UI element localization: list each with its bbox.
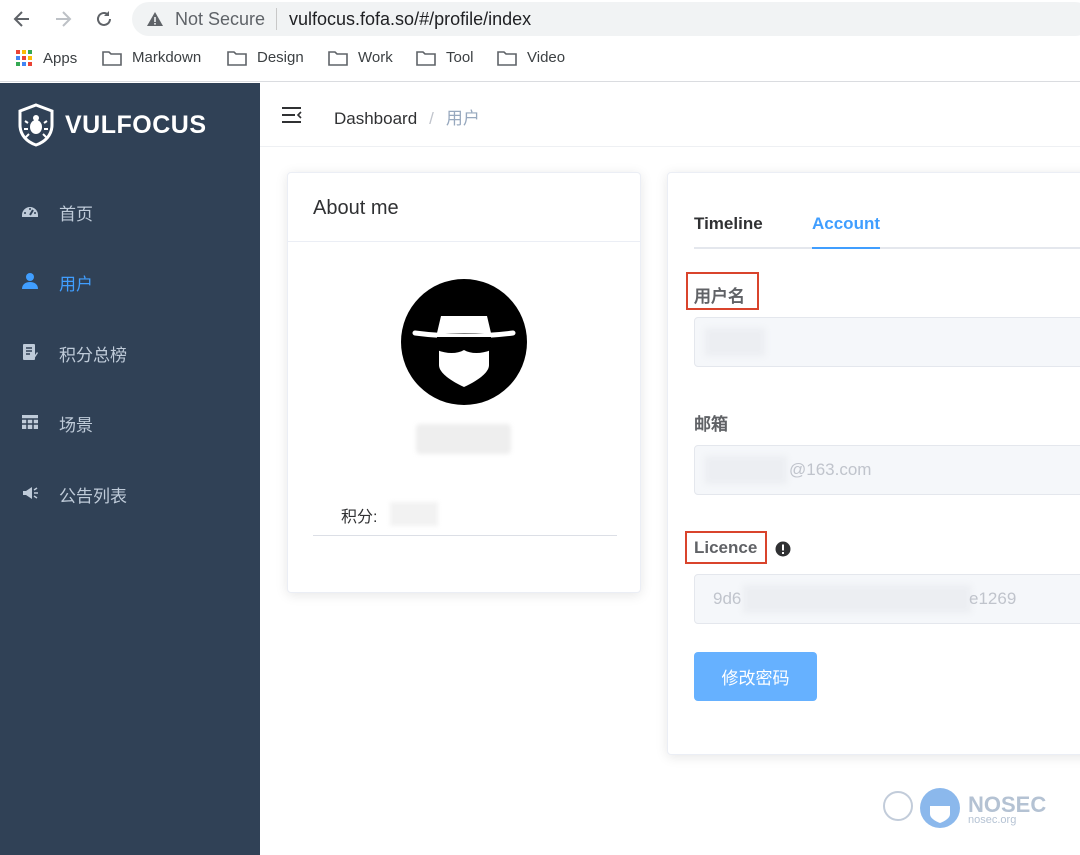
- tab-timeline[interactable]: Timeline: [694, 214, 763, 234]
- sidebar-item-ranking[interactable]: 积分总榜: [0, 324, 260, 380]
- bookmarks-bar: Apps Markdown Design Work Tool Video: [0, 38, 1080, 82]
- breadcrumb-separator: /: [429, 109, 434, 128]
- licence-label: Licence: [694, 538, 758, 557]
- browser-toolbar: Not Secure vulfocus.fofa.so/#/profile/in…: [0, 0, 1080, 38]
- navbar: Dashboard / 用户: [260, 83, 1080, 147]
- score-row: 积分:: [313, 491, 617, 536]
- change-password-button[interactable]: 修改密码: [694, 652, 817, 701]
- bookmark-design[interactable]: Design: [227, 49, 304, 66]
- licence-field[interactable]: 9d6 e1269: [694, 574, 1080, 624]
- back-button[interactable]: [9, 6, 35, 32]
- sidebar-item-label: 场景: [59, 416, 93, 435]
- folder-icon: [497, 50, 517, 66]
- warning-icon: [147, 12, 163, 26]
- forward-button[interactable]: [50, 6, 76, 32]
- shield-bug-icon: [18, 103, 54, 147]
- account-card: Timeline Account 用户名 邮箱 @163.com Licence…: [667, 172, 1080, 755]
- bookmark-apps[interactable]: Apps: [15, 49, 77, 67]
- username-label: 用户名: [694, 287, 745, 306]
- hamburger-icon[interactable]: [281, 105, 303, 125]
- about-me-card: About me 积分:: [287, 172, 641, 593]
- watermark: NOSEC nosec.org: [880, 784, 1070, 832]
- sidebar-item-home[interactable]: 首页: [0, 183, 260, 239]
- sidebar-item-label: 首页: [59, 205, 93, 224]
- username-value-blurred: [705, 328, 765, 356]
- avatar: [401, 279, 527, 405]
- breadcrumb-current: 用户: [445, 109, 480, 128]
- licence-end: e1269: [969, 589, 1017, 608]
- apps-grid-icon: [16, 50, 32, 66]
- watermark-subtext: nosec.org: [968, 814, 1017, 826]
- tab-account[interactable]: Account: [812, 214, 880, 234]
- forward-arrow-icon: [56, 11, 72, 27]
- breadcrumb-dashboard[interactable]: Dashboard: [334, 109, 417, 128]
- sidebar-item-label: 用户: [59, 275, 93, 294]
- grid-icon: [22, 415, 38, 429]
- info-icon[interactable]: [775, 541, 791, 557]
- bookmark-label: Apps: [43, 49, 78, 67]
- main-content: Dashboard / 用户 About me 积分: Timeline Accou…: [260, 83, 1080, 855]
- megaphone-icon: [23, 487, 38, 499]
- email-label: 邮箱: [694, 415, 728, 434]
- bookmark-video[interactable]: Video: [497, 49, 565, 66]
- address-bar[interactable]: Not Secure vulfocus.fofa.so/#/profile/in…: [132, 2, 1080, 36]
- logo-text: VULFOCUS: [65, 110, 207, 139]
- bookmark-label: Markdown: [132, 49, 202, 66]
- security-label[interactable]: Not Secure: [175, 9, 265, 30]
- watermark-logo-icon: [883, 788, 960, 828]
- username-field[interactable]: [694, 317, 1080, 367]
- url-text[interactable]: vulfocus.fofa.so/#/profile/index: [289, 9, 531, 30]
- folder-icon: [102, 50, 122, 66]
- bookmark-label: Video: [527, 49, 566, 66]
- reload-icon: [97, 11, 111, 26]
- folder-icon: [416, 50, 436, 66]
- back-arrow-icon: [13, 11, 29, 27]
- address-divider: [276, 8, 277, 30]
- email-field[interactable]: @163.com: [694, 445, 1080, 495]
- sidebar-item-announcements[interactable]: 公告列表: [0, 465, 260, 521]
- bookmark-markdown[interactable]: Markdown: [102, 49, 201, 66]
- ranking-icon: [23, 344, 38, 360]
- about-me-title: About me: [313, 197, 399, 219]
- email-prefix-blurred: [705, 456, 787, 484]
- username-blurred: [416, 424, 511, 454]
- sidebar-item-label: 公告列表: [59, 487, 127, 506]
- breadcrumb: Dashboard / 用户: [334, 104, 480, 129]
- bookmark-label: Design: [257, 49, 304, 66]
- about-me-header: About me: [288, 173, 640, 242]
- sidebar-item-label: 积分总榜: [59, 346, 127, 365]
- licence-start: 9d6: [713, 589, 742, 608]
- sidebar: VULFOCUS 首页 用户 积分总榜 场景 公告列表: [0, 83, 260, 855]
- folder-icon: [227, 50, 247, 66]
- bookmark-tool[interactable]: Tool: [416, 49, 474, 66]
- score-value-blurred: [390, 502, 438, 526]
- email-value: @163.com: [789, 460, 872, 479]
- dashboard-icon: [22, 207, 38, 217]
- folder-icon: [328, 50, 348, 66]
- tab-active-indicator: [812, 247, 880, 249]
- licence-middle-blurred: [743, 585, 971, 613]
- tab-underline: [694, 247, 1080, 249]
- bookmark-label: Work: [358, 49, 393, 66]
- sidebar-item-scene[interactable]: 场景: [0, 394, 260, 450]
- score-label: 积分:: [341, 509, 378, 526]
- logo[interactable]: VULFOCUS: [17, 103, 207, 147]
- bookmark-label: Tool: [446, 49, 474, 66]
- sidebar-item-user[interactable]: 用户: [0, 253, 260, 309]
- user-icon: [22, 273, 38, 289]
- reload-button[interactable]: [91, 6, 117, 32]
- bookmark-work[interactable]: Work: [328, 49, 393, 66]
